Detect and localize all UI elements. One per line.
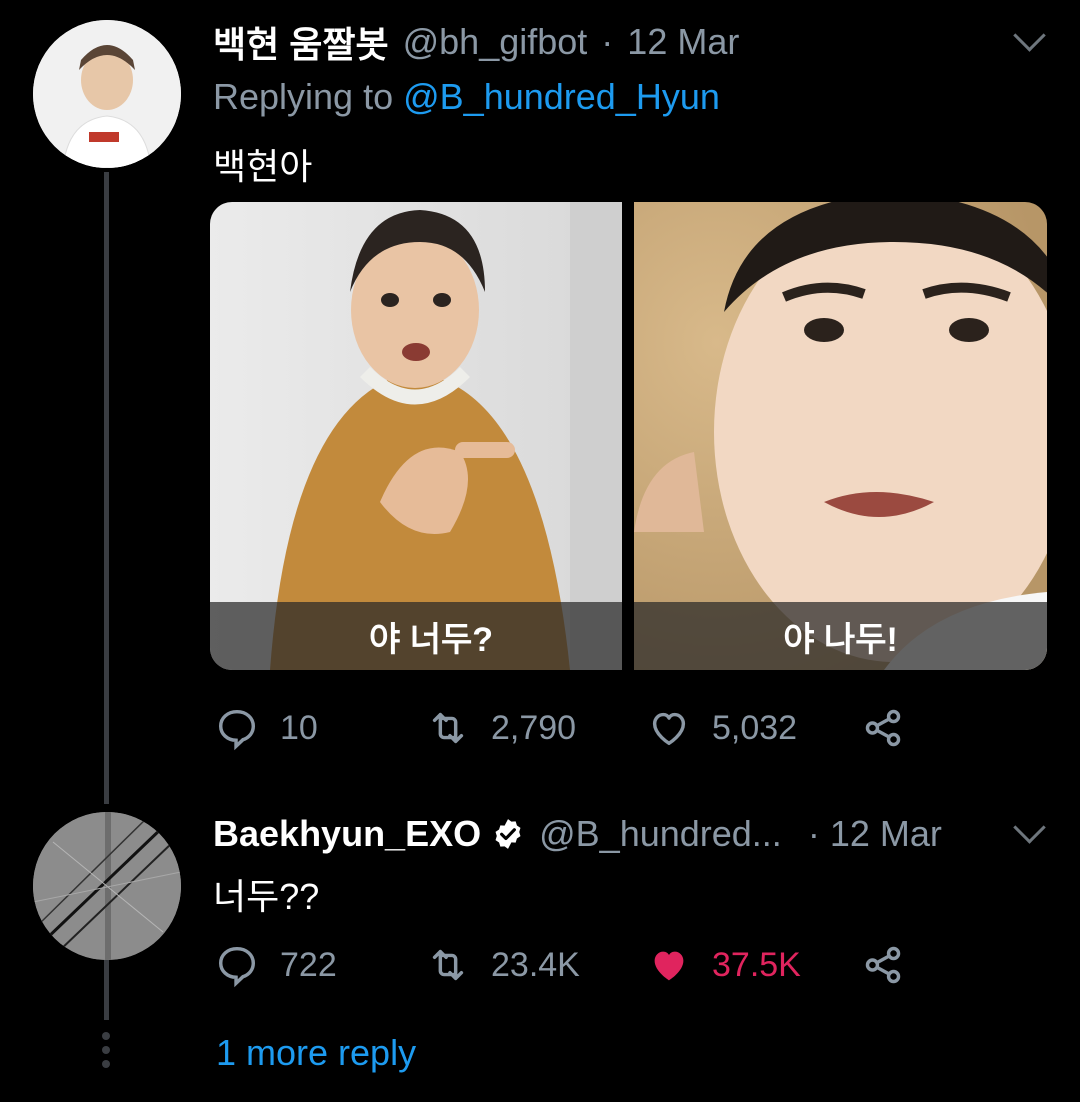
- image-right-photo: [634, 202, 1047, 670]
- reply-count: 722: [280, 945, 337, 984]
- share-button[interactable]: [860, 705, 906, 751]
- handle[interactable]: @B_hundred...: [539, 813, 782, 855]
- chevron-down-icon[interactable]: [1013, 19, 1046, 52]
- timestamp[interactable]: 12 Mar: [627, 21, 739, 63]
- display-name[interactable]: Baekhyun_EXO: [213, 813, 481, 855]
- reply-count: 10: [280, 708, 318, 747]
- like-button[interactable]: 5,032: [646, 705, 797, 751]
- retweet-count: 23.4K: [491, 945, 580, 984]
- avatar-photo: [33, 812, 181, 960]
- image-left-photo: [210, 202, 622, 670]
- reply-icon: [218, 709, 256, 751]
- replying-to: Replying to @B_hundred_Hyun: [213, 76, 720, 118]
- like-icon: [652, 712, 686, 746]
- thread-dots: [101, 1032, 111, 1072]
- more-replies-link[interactable]: 1 more reply: [216, 1032, 416, 1074]
- like-count: 5,032: [712, 708, 798, 747]
- reply-button[interactable]: 10: [214, 705, 318, 751]
- reply-button[interactable]: 722: [214, 942, 337, 988]
- image-right-caption: 야 나두!: [634, 602, 1047, 670]
- retweet-button[interactable]: 2,790: [425, 705, 576, 751]
- share-button[interactable]: [860, 942, 906, 988]
- like-count: 37.5K: [712, 945, 801, 984]
- tweet-text: 너두??: [213, 876, 320, 917]
- timestamp[interactable]: 12 Mar: [830, 813, 942, 855]
- retweet-icon: [432, 949, 464, 981]
- share-icon: [865, 709, 901, 747]
- replying-to-label: Replying to: [213, 76, 404, 117]
- thread-line-upper: [104, 172, 109, 804]
- share-icon: [865, 946, 901, 984]
- avatar[interactable]: [33, 20, 181, 168]
- retweet-count: 2,790: [491, 708, 577, 747]
- tweet1-header: 백현 움짤봇 @bh_gifbot · 12 Mar: [213, 20, 739, 65]
- image-right[interactable]: 야 나두!: [634, 202, 1047, 670]
- like-icon: [654, 951, 684, 981]
- retweet-icon: [432, 712, 464, 744]
- reply-icon: [218, 946, 256, 988]
- avatar-photo: [33, 20, 181, 168]
- separator-dot: ·: [807, 813, 820, 854]
- display-name[interactable]: 백현 움짤봇: [213, 16, 389, 68]
- tweet2-header: Baekhyun_EXO @B_hundred... · 12 Mar: [213, 812, 942, 856]
- like-button[interactable]: 37.5K: [646, 942, 801, 988]
- separator-dot: ·: [601, 21, 614, 62]
- image-left[interactable]: 야 너두?: [210, 202, 622, 670]
- chevron-down-icon[interactable]: [1013, 811, 1046, 844]
- tweet-text: 백현아: [213, 146, 313, 187]
- retweet-button[interactable]: 23.4K: [425, 942, 580, 988]
- image-left-caption: 야 너두?: [210, 602, 622, 670]
- verified-badge-icon: [491, 817, 525, 851]
- avatar[interactable]: [33, 812, 181, 960]
- media-grid[interactable]: 야 너두? 야 나두!: [210, 202, 1047, 670]
- handle[interactable]: @bh_gifbot: [403, 21, 588, 63]
- thread-line-lower: [104, 960, 109, 1020]
- replying-to-link[interactable]: @B_hundred_Hyun: [403, 76, 720, 117]
